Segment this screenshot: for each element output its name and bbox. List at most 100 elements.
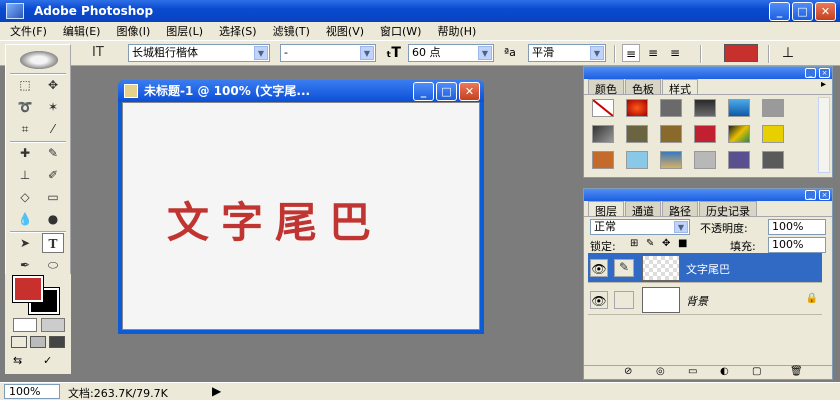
quick-mask-icon[interactable]: [41, 318, 65, 332]
lasso-tool-icon[interactable]: ➰: [14, 97, 36, 117]
styles-scrollbar[interactable]: [818, 97, 830, 173]
magic-wand-tool-icon[interactable]: ✶: [42, 97, 64, 117]
style-swatch[interactable]: [762, 125, 784, 143]
fill-field[interactable]: 100%: [768, 237, 826, 253]
style-swatch[interactable]: [660, 125, 682, 143]
lock-position-icon[interactable]: ✥: [662, 238, 670, 249]
pen-tool-icon[interactable]: ✒: [14, 255, 36, 275]
style-swatch[interactable]: [592, 125, 614, 143]
menu-file[interactable]: 文件(F): [4, 23, 57, 39]
tab-styles[interactable]: 样式: [662, 79, 698, 96]
standard-mode-icon[interactable]: [13, 318, 37, 332]
style-swatch[interactable]: [694, 99, 716, 117]
style-swatch[interactable]: [762, 99, 784, 117]
new-set-icon[interactable]: ▭: [688, 366, 697, 377]
tab-paths[interactable]: 路径: [662, 201, 698, 218]
trash-icon[interactable]: 🗑: [790, 366, 803, 377]
style-swatch[interactable]: [694, 151, 716, 169]
gradient-tool-icon[interactable]: ▭: [42, 187, 64, 207]
new-layer-icon[interactable]: ▢: [752, 366, 761, 377]
add-mask-icon[interactable]: ◎: [656, 366, 665, 377]
lock-image-icon[interactable]: ✎: [646, 238, 654, 249]
brush-link-icon[interactable]: ✎: [614, 259, 634, 277]
align-right-icon[interactable]: ≡: [666, 44, 684, 62]
menu-filter[interactable]: 滤镜(T): [267, 23, 320, 39]
slice-tool-icon[interactable]: ⁄: [42, 119, 64, 139]
menu-layer[interactable]: 图层(L): [160, 23, 213, 39]
tab-color[interactable]: 颜色: [588, 79, 624, 96]
marquee-tool-icon[interactable]: ⬚: [14, 75, 36, 95]
layer-name[interactable]: 背景: [686, 293, 708, 309]
canvas-art-text[interactable]: 文字尾巴: [167, 189, 383, 250]
tab-swatches[interactable]: 色板: [625, 79, 661, 96]
style-swatch[interactable]: [728, 99, 750, 117]
menu-select[interactable]: 选择(S): [213, 23, 267, 39]
foreground-color-swatch[interactable]: [12, 275, 44, 303]
style-swatch[interactable]: [694, 125, 716, 143]
style-swatch[interactable]: [728, 151, 750, 169]
doc-maximize-button[interactable]: □: [436, 82, 457, 101]
font-style-select[interactable]: - ▼: [280, 44, 376, 62]
panel-menu-icon[interactable]: ▸: [815, 79, 832, 94]
screen-mode-standard-icon[interactable]: [11, 336, 27, 348]
menu-view[interactable]: 视图(V): [320, 23, 374, 39]
lock-all-icon[interactable]: ■: [678, 238, 687, 249]
align-left-icon[interactable]: ≡: [622, 44, 640, 62]
style-swatch[interactable]: [592, 151, 614, 169]
imageready-icon[interactable]: ✓: [43, 354, 63, 368]
style-swatch[interactable]: [626, 151, 648, 169]
style-swatch[interactable]: [660, 151, 682, 169]
jump-to-imageready-icon[interactable]: ⇆: [13, 354, 39, 368]
font-size-select[interactable]: 60 点 ▼: [408, 44, 494, 62]
history-brush-tool-icon[interactable]: ✐: [42, 165, 64, 185]
lock-transparency-icon[interactable]: ⊞: [630, 238, 638, 249]
eye-icon[interactable]: 👁: [590, 291, 608, 309]
style-swatch[interactable]: [728, 125, 750, 143]
blur-tool-icon[interactable]: 💧: [14, 209, 36, 229]
document-canvas[interactable]: 文字尾巴: [122, 102, 480, 330]
antialias-select[interactable]: 平滑 ▼: [528, 44, 606, 62]
style-swatch[interactable]: [626, 125, 648, 143]
status-menu-arrow-icon[interactable]: ▶: [212, 384, 221, 398]
dodge-tool-icon[interactable]: ●: [42, 209, 64, 229]
clone-stamp-tool-icon[interactable]: ⊥: [14, 165, 36, 185]
opacity-field[interactable]: 100%: [768, 219, 826, 235]
tab-history[interactable]: 历史记录: [699, 201, 757, 218]
link-slot[interactable]: [614, 291, 634, 309]
brush-tool-icon[interactable]: ✎: [42, 143, 64, 163]
menu-edit[interactable]: 编辑(E): [57, 23, 111, 39]
tab-layers[interactable]: 图层: [588, 201, 624, 218]
menu-window[interactable]: 窗口(W): [374, 23, 431, 39]
screen-mode-full-menu-icon[interactable]: [30, 336, 46, 348]
zoom-field[interactable]: 100%: [4, 384, 60, 399]
warp-text-icon[interactable]: ⊥: [778, 44, 798, 62]
new-adjustment-icon[interactable]: ◐: [720, 366, 729, 377]
move-tool-icon[interactable]: ✥: [42, 75, 64, 95]
close-button[interactable]: ✕: [815, 2, 836, 21]
align-center-icon[interactable]: ≡: [644, 44, 662, 62]
crop-tool-icon[interactable]: ⌗: [14, 119, 36, 139]
blend-mode-select[interactable]: 正常 ▼: [590, 219, 690, 235]
minimize-button[interactable]: _: [769, 2, 790, 21]
screen-mode-full-icon[interactable]: [49, 336, 65, 348]
menu-help[interactable]: 帮助(H): [431, 23, 486, 39]
menu-image[interactable]: 图像(I): [110, 23, 160, 39]
style-swatch[interactable]: [762, 151, 784, 169]
eraser-tool-icon[interactable]: ◇: [14, 187, 36, 207]
panel-close-button[interactable]: ×: [819, 190, 830, 200]
maximize-button[interactable]: □: [792, 2, 813, 21]
shape-tool-icon[interactable]: ⬭: [42, 255, 64, 275]
layer-name[interactable]: 文字尾巴: [686, 261, 730, 277]
tab-channels[interactable]: 通道: [625, 201, 661, 218]
doc-minimize-button[interactable]: _: [413, 82, 434, 101]
text-color-swatch[interactable]: [724, 44, 758, 62]
style-swatch[interactable]: [626, 99, 648, 117]
doc-close-button[interactable]: ✕: [459, 82, 480, 101]
panel-minimize-button[interactable]: _: [805, 68, 816, 78]
healing-brush-tool-icon[interactable]: ✚: [14, 143, 36, 163]
style-swatch[interactable]: [660, 99, 682, 117]
panel-minimize-button[interactable]: _: [805, 190, 816, 200]
eye-icon[interactable]: 👁: [590, 259, 608, 277]
layer-row-text[interactable]: 👁 ✎ 文字尾巴: [588, 253, 822, 283]
path-selection-tool-icon[interactable]: ➤: [14, 233, 36, 253]
